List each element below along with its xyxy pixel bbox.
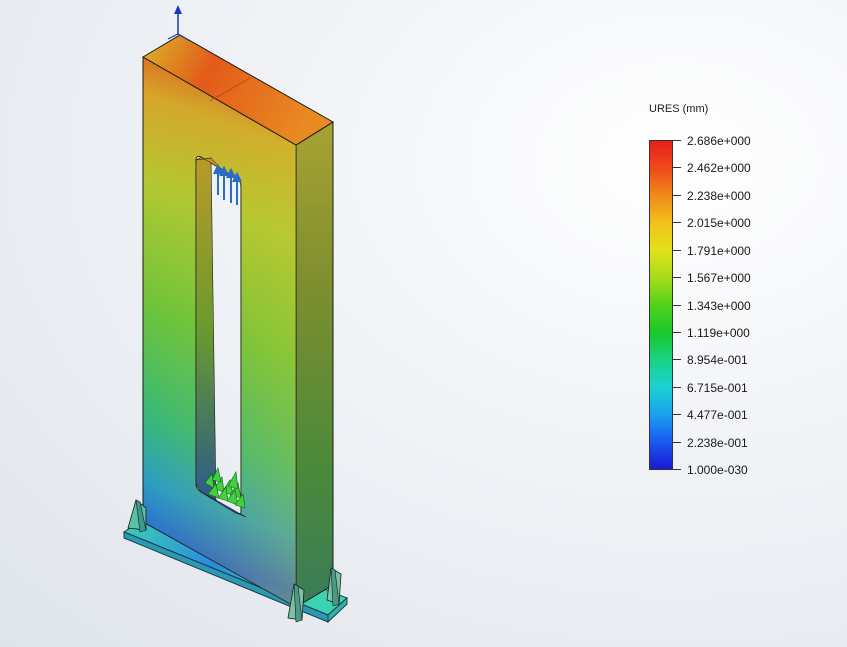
legend-title: URES (mm) [649,103,709,115]
legend-ticks [673,140,683,470]
legend-tick [673,359,681,361]
frame-side-face[interactable] [295,121,334,608]
legend-tick-label: 1.119e+000 [687,325,750,340]
legend-tick [673,167,681,169]
legend-tick-label: 2.686e+000 [687,134,751,148]
legend-tick [673,414,681,416]
legend-tick [673,441,681,443]
legend-tick-label: 4.477e-001 [687,408,748,423]
legend-tick-label: 6.715e-001 [687,380,748,395]
legend-tick-label: 1.000e-030 [687,463,748,477]
legend-tick-label: 2.462e+000 [687,161,751,176]
legend-tick [673,222,681,224]
legend-tick-label: 8.954e-001 [687,353,748,368]
model-view[interactable] [0,0,847,647]
legend-tick-label: 1.791e+000 [687,243,751,258]
legend-tick-label: 2.015e+000 [687,216,751,231]
legend-tick-label: 2.238e-001 [687,435,748,450]
legend-tick-label: 2.238e+000 [687,188,751,203]
window-inner-wall [195,157,217,501]
legend-tick [673,331,681,333]
legend-tick [673,304,681,306]
graphics-viewport[interactable] [0,0,847,647]
legend-tick [673,469,681,470]
legend-tick-label: 1.567e+000 [687,271,751,286]
legend-tick [673,386,681,388]
legend-tick [673,140,681,141]
legend-colorbar [649,140,673,470]
frame-front-shade [143,57,296,607]
legend-tick [673,277,681,279]
legend-tick-label: 1.343e+000 [687,298,751,313]
legend-tick [673,194,681,196]
legend-tick [673,249,681,251]
